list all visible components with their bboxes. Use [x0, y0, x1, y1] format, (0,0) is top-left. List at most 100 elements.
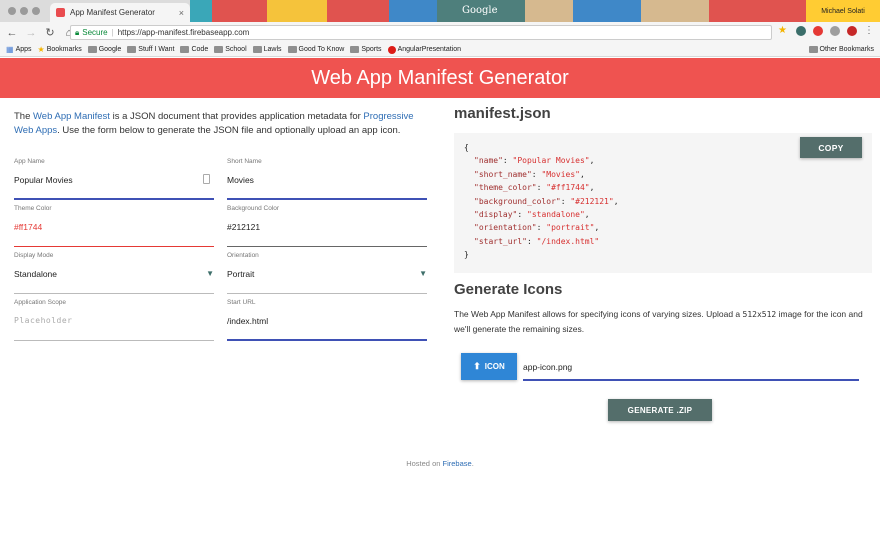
web-app-manifest-link[interactable]: Web App Manifest	[33, 111, 110, 122]
background-stripe	[525, 0, 573, 22]
short-name-field[interactable]: Short Name Movies	[227, 158, 427, 200]
dropdown-arrow-icon[interactable]: ▼	[206, 269, 214, 278]
browser-tab[interactable]: App Manifest Generator ×	[50, 3, 190, 22]
application-scope-field[interactable]: Application Scope Placeholder	[14, 299, 214, 341]
code-comma: ,	[589, 156, 595, 166]
clipboard-icon	[203, 174, 210, 184]
field-label: Start URL	[227, 299, 256, 306]
code-line: "start_url": "/index.html"	[464, 235, 862, 248]
background-color-input[interactable]: #212121	[227, 222, 260, 232]
upload-icon-button[interactable]: ⬆︎ ICON	[461, 353, 517, 380]
upload-button-label: ICON	[484, 362, 505, 371]
bookmark-folder[interactable]: Good To Know	[287, 46, 344, 53]
reload-icon[interactable]: ↻	[43, 26, 57, 40]
field-underline	[523, 379, 859, 381]
code-key: "background_color"	[474, 196, 561, 206]
intro-mid: is a JSON document that provides applica…	[109, 111, 364, 122]
code-value: "Popular Movies"	[512, 156, 590, 166]
field-underline	[227, 339, 427, 341]
field-underline	[14, 198, 214, 200]
bookmark-folder[interactable]: Google	[87, 46, 121, 53]
address-bar[interactable]: 🔒︎ Secure | https://app-manifest.firebas…	[70, 25, 772, 40]
browser-tab-strip: App Manifest Generator × Google Michael …	[0, 0, 880, 22]
copy-button[interactable]: COPY	[800, 137, 862, 158]
forward-arrow-icon[interactable]: →	[24, 26, 38, 40]
field-underline	[227, 198, 427, 200]
bookmark-label: Sports	[361, 46, 382, 53]
bookmark-folder[interactable]: Stuff I Want	[127, 46, 174, 53]
extension-icon[interactable]	[796, 26, 806, 36]
field-label: Short Name	[227, 158, 262, 165]
bookmark-folder[interactable]: Code	[180, 46, 208, 53]
background-stripe	[641, 0, 709, 22]
code-colon: :	[526, 236, 537, 246]
manifest-title: manifest.json	[454, 105, 551, 122]
profile-button[interactable]: Michael Solati	[806, 0, 880, 22]
background-stripe	[573, 0, 641, 22]
field-underline	[227, 293, 427, 294]
bookmark-angular[interactable]: AngularPresentation	[387, 45, 461, 54]
footer-post: .	[471, 459, 474, 468]
other-bookmarks[interactable]: Other Bookmarks	[808, 46, 874, 53]
bookmark-star-icon[interactable]: ★	[778, 25, 788, 36]
generate-zip-button[interactable]: GENERATE .ZIP	[608, 399, 712, 421]
background-stripe	[212, 0, 267, 22]
dropdown-arrow-icon[interactable]: ▼	[419, 269, 427, 278]
firebase-link[interactable]: Firebase	[443, 459, 472, 468]
app-name-input[interactable]: Popular Movies	[14, 175, 73, 185]
code-key: "short_name"	[474, 169, 532, 179]
display-mode-select[interactable]: Display Mode Standalone ▼	[14, 252, 214, 294]
back-arrow-icon[interactable]: ←	[5, 26, 19, 40]
bookmark-label: AngularPresentation	[397, 46, 461, 53]
bookmark-apps[interactable]: ▦ Apps	[6, 45, 32, 54]
bookmark-label: Stuff I Want	[138, 46, 175, 53]
menu-icon[interactable]: ⋮	[864, 25, 874, 36]
code-colon: :	[531, 169, 542, 179]
background-color-field[interactable]: Background Color #212121	[227, 205, 427, 247]
orientation-select[interactable]: Orientation Portrait ▼	[227, 252, 427, 294]
field-underline	[14, 246, 214, 247]
window-minimize-dot[interactable]	[20, 7, 28, 15]
icon-file-name[interactable]: app-icon.png	[523, 362, 572, 372]
window-close-dot[interactable]	[8, 7, 16, 15]
window-zoom-dot[interactable]	[32, 7, 40, 15]
theme-color-field[interactable]: Theme Color #ff1744	[14, 205, 214, 247]
code-value: "standalone"	[527, 210, 585, 220]
bookmark-folder[interactable]: Sports	[350, 46, 382, 53]
extension-icon[interactable]	[847, 26, 857, 36]
icon-file-field[interactable]: app-icon.png	[523, 353, 859, 381]
code-value: "/index.html"	[536, 236, 600, 246]
code-lines: "name": "Popular Movies", "short_name": "…	[464, 154, 862, 248]
folder-icon	[180, 46, 190, 53]
code-key: "name"	[474, 156, 503, 166]
page-header: Web App Manifest Generator	[0, 58, 880, 98]
code-comma: ,	[594, 223, 600, 233]
bookmark-bookmarks[interactable]: ★ Bookmarks	[38, 45, 82, 54]
code-close-brace: }	[464, 250, 469, 260]
display-mode-value[interactable]: Standalone	[14, 269, 57, 279]
angular-icon	[387, 45, 396, 54]
bookmark-folder[interactable]: School	[214, 46, 247, 53]
short-name-input[interactable]: Movies	[227, 175, 254, 185]
background-stripe	[190, 0, 212, 22]
folder-icon	[252, 46, 262, 53]
extension-icon[interactable]	[830, 26, 840, 36]
folder-icon	[127, 46, 137, 53]
theme-color-input[interactable]: #ff1744	[14, 222, 42, 232]
extension-icon[interactable]	[813, 26, 823, 36]
omnibox-separator: |	[111, 28, 114, 37]
app-name-field[interactable]: App Name Popular Movies	[14, 158, 214, 200]
code-line: "short_name": "Movies",	[464, 168, 862, 181]
bookmark-folder[interactable]: Lawls	[252, 46, 282, 53]
intro-text: The Web App Manifest is a JSON document …	[14, 110, 434, 138]
bookmarks-bar: ▦ Apps ★ Bookmarks Google Stuff I Want Cod…	[0, 43, 880, 57]
tab-close-icon[interactable]: ×	[179, 8, 184, 18]
application-scope-input[interactable]: Placeholder	[14, 316, 72, 325]
start-url-field[interactable]: Start URL /index.html	[227, 299, 427, 341]
code-comma: ,	[579, 169, 585, 179]
orientation-value[interactable]: Portrait	[227, 269, 254, 279]
desc-pre: The Web App Manifest allows for specifyi…	[454, 309, 743, 319]
start-url-input[interactable]: /index.html	[227, 316, 268, 326]
code-line: "background_color": "#212121",	[464, 195, 862, 208]
code-key: "theme_color"	[474, 183, 537, 193]
